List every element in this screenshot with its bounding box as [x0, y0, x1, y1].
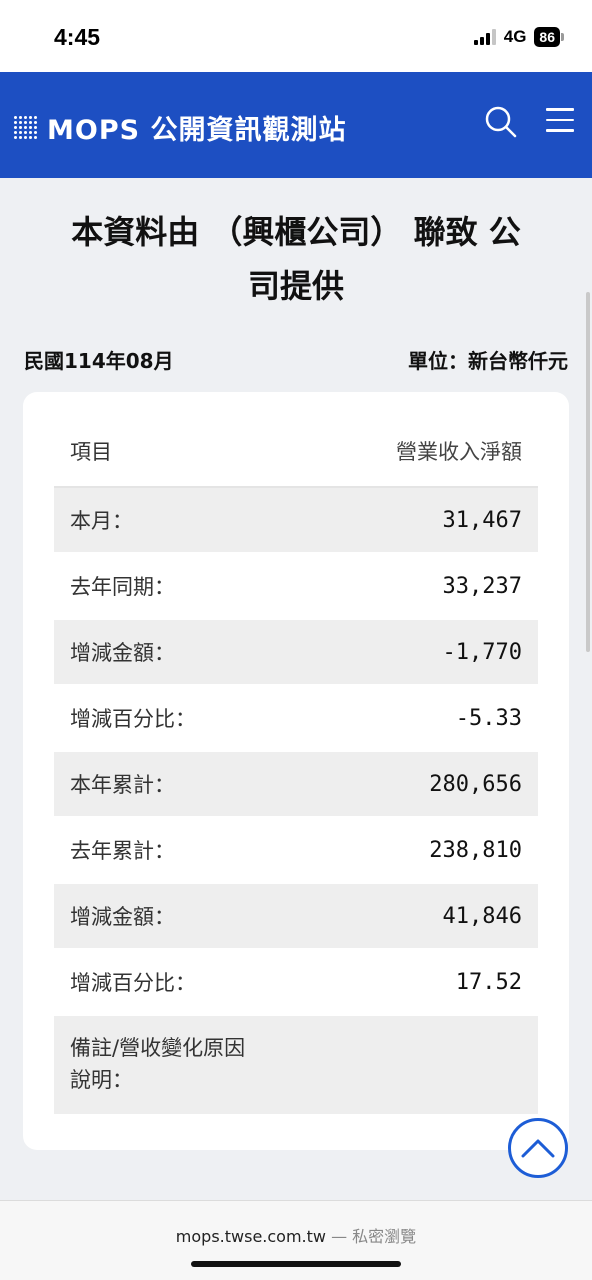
- cellular-signal-icon: [473, 29, 496, 45]
- revenue-card: 項目 營業收入淨額 本月： 31,467 去年同期： 33,237 增減金額： …: [23, 392, 569, 1150]
- row-label: 增減金額：: [70, 905, 175, 929]
- table-row: 增減金額： -1,770: [54, 620, 538, 686]
- chevron-up-icon: [521, 1139, 555, 1158]
- currency-unit: 單位：新台幣仟元: [408, 349, 568, 373]
- remarks-label-line-1: 備註/營收變化原因: [70, 1036, 246, 1060]
- row-value: 41,846: [442, 903, 522, 929]
- row-value: 17.52: [455, 969, 522, 995]
- table-header: 項目 營業收入淨額: [54, 416, 538, 488]
- table-row: 去年同期： 33,237: [54, 554, 538, 620]
- private-browsing-label: 私密瀏覽: [352, 1227, 417, 1246]
- browser-bottom-bar: mops.twse.com.tw — 私密瀏覽: [0, 1200, 592, 1280]
- row-label: 本年累計：: [70, 773, 175, 797]
- battery-level: 86: [534, 27, 560, 47]
- row-label: 增減百分比：: [70, 707, 196, 731]
- table-row: 去年累計： 238,810: [54, 818, 538, 884]
- search-button[interactable]: [484, 105, 518, 139]
- page-title-line-1: 本資料由 （興櫃公司） 聯致 公: [71, 213, 521, 251]
- address-bar[interactable]: mops.twse.com.tw — 私密瀏覽: [0, 1223, 592, 1247]
- row-label: 增減百分比：: [70, 971, 196, 995]
- status-bar: 4:45 4G 86: [0, 0, 592, 72]
- report-period: 民國114年08月: [24, 349, 174, 373]
- table-row: 增減金額： 41,846: [54, 884, 538, 950]
- logo-text: MOPS 公開資訊觀測站: [47, 115, 347, 146]
- table-row: 本年累計： 280,656: [54, 752, 538, 818]
- row-label: 去年同期：: [70, 575, 175, 599]
- row-value: 238,810: [429, 837, 522, 863]
- header-net-revenue: 營業收入淨額: [396, 440, 522, 464]
- remarks-row: 備註/營收變化原因 說明：: [54, 1016, 538, 1116]
- logo-dots-icon: [14, 116, 37, 139]
- row-value: -1,770: [442, 639, 522, 665]
- remarks-label-line-2: 說明：: [70, 1068, 133, 1092]
- table-row: 增減百分比： -5.33: [54, 686, 538, 752]
- revenue-table: 項目 營業收入淨額 本月： 31,467 去年同期： 33,237 增減金額： …: [54, 416, 538, 1116]
- row-label: 去年累計：: [70, 839, 175, 863]
- network-type: 4G: [503, 27, 527, 46]
- site-header: MOPS 公開資訊觀測站: [0, 72, 592, 178]
- battery-icon: 86: [534, 27, 564, 47]
- page-title: 本資料由 （興櫃公司） 聯致 公 司提供: [30, 205, 562, 313]
- back-to-top-button[interactable]: [508, 1118, 568, 1178]
- row-value: -5.33: [455, 705, 522, 731]
- status-indicators: 4G 86: [473, 27, 564, 47]
- remarks-label: 備註/營收變化原因 說明：: [70, 1032, 245, 1096]
- row-value: 280,656: [429, 771, 522, 797]
- table-row: 增減百分比： 17.52: [54, 950, 538, 1016]
- menu-button[interactable]: [546, 108, 574, 134]
- page-title-line-2: 司提供: [247, 267, 344, 305]
- url-text: mops.twse.com.tw: [175, 1227, 326, 1246]
- search-icon: [485, 106, 517, 138]
- table-row: 本月： 31,467: [54, 488, 538, 554]
- scrollbar[interactable]: [586, 292, 590, 652]
- header-item: 項目: [70, 440, 112, 464]
- row-value: 33,237: [442, 573, 522, 599]
- row-value: 31,467: [442, 507, 522, 533]
- status-time: 4:45: [54, 24, 101, 50]
- row-label: 本月：: [70, 509, 133, 533]
- url-separator: —: [326, 1227, 353, 1246]
- hamburger-menu-icon: [546, 108, 574, 111]
- home-indicator[interactable]: [191, 1261, 401, 1267]
- row-label: 增減金額：: [70, 641, 175, 665]
- site-logo[interactable]: MOPS 公開資訊觀測站: [14, 108, 346, 147]
